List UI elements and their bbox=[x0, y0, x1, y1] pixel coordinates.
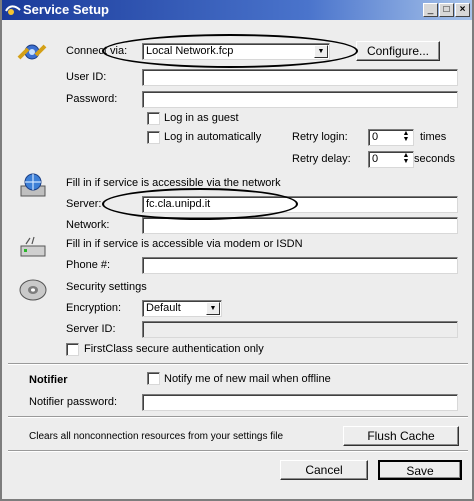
cancel-button[interactable]: Cancel bbox=[280, 460, 368, 480]
notifier-password-label: Notifier password: bbox=[29, 396, 118, 408]
network-globe-icon bbox=[18, 170, 48, 203]
close-icon[interactable]: × bbox=[455, 3, 470, 17]
encryption-value: Default bbox=[146, 302, 181, 314]
user-id-field[interactable] bbox=[142, 69, 458, 86]
password-label: Password: bbox=[66, 93, 118, 105]
security-heading: Security settings bbox=[66, 281, 147, 293]
window-title: Service Setup bbox=[23, 2, 109, 17]
security-disc-icon bbox=[18, 277, 48, 306]
secure-auth-checkbox[interactable] bbox=[66, 343, 79, 356]
retry-login-unit: times bbox=[420, 131, 447, 143]
guest-checkbox[interactable] bbox=[147, 112, 160, 125]
satellite-icon bbox=[16, 36, 48, 71]
divider bbox=[8, 363, 468, 365]
stepper-arrows-icon[interactable]: ▲ ▼ bbox=[400, 130, 412, 144]
retry-delay-label: Retry delay: bbox=[292, 153, 351, 165]
retry-login-stepper[interactable]: 0 ▲ ▼ bbox=[368, 129, 414, 146]
flush-cache-button[interactable]: Flush Cache bbox=[343, 426, 459, 446]
save-button[interactable]: Save bbox=[378, 460, 462, 480]
modem-heading: Fill in if service is accessible via mod… bbox=[66, 238, 303, 250]
network-label: Network: bbox=[66, 219, 110, 231]
annotation-oval-connect-via bbox=[102, 34, 358, 68]
service-setup-window: Service Setup _ □ × Connect via: Local N… bbox=[0, 0, 474, 501]
divider bbox=[8, 450, 468, 452]
server-id-label: Server ID: bbox=[66, 323, 116, 335]
phone-label: Phone #: bbox=[66, 259, 111, 271]
guest-label: Log in as guest bbox=[164, 112, 239, 124]
maximize-icon[interactable]: □ bbox=[439, 3, 454, 17]
phone-field[interactable] bbox=[142, 257, 458, 274]
retry-delay-unit: seconds bbox=[414, 153, 455, 165]
user-id-label: User ID: bbox=[66, 71, 107, 83]
secure-auth-label: FirstClass secure authentication only bbox=[84, 343, 264, 355]
retry-login-label: Retry login: bbox=[292, 131, 348, 143]
encryption-label: Encryption: bbox=[66, 302, 122, 314]
minimize-icon[interactable]: _ bbox=[423, 3, 438, 17]
notify-label: Notify me of new mail when offline bbox=[164, 373, 331, 385]
annotation-oval-server bbox=[102, 188, 298, 220]
notifier-heading: Notifier bbox=[29, 374, 68, 386]
auto-login-label: Log in automatically bbox=[164, 131, 262, 143]
retry-delay-stepper[interactable]: 0 ▲ ▼ bbox=[368, 151, 414, 168]
stepper-arrows-icon[interactable]: ▲ ▼ bbox=[400, 152, 412, 166]
server-label: Server: bbox=[66, 198, 102, 210]
password-field[interactable] bbox=[142, 91, 458, 108]
app-icon bbox=[5, 3, 21, 20]
notifier-password-field[interactable] bbox=[142, 394, 458, 411]
divider bbox=[8, 416, 468, 418]
configure-button[interactable]: Configure... bbox=[356, 41, 440, 61]
chevron-down-icon[interactable]: ▼ bbox=[206, 302, 220, 315]
server-id-field[interactable] bbox=[142, 321, 458, 338]
retry-delay-value: 0 bbox=[372, 153, 379, 165]
encryption-select[interactable]: Default ▼ bbox=[142, 300, 222, 317]
cache-text: Clears all nonconnection resources from … bbox=[29, 431, 284, 442]
retry-login-value: 0 bbox=[372, 131, 379, 143]
network-heading: Fill in if service is accessible via the… bbox=[66, 177, 281, 189]
notify-checkbox[interactable] bbox=[147, 372, 160, 385]
modem-icon bbox=[18, 234, 48, 267]
title-bar[interactable]: Service Setup _ □ × bbox=[2, 0, 472, 20]
auto-login-checkbox[interactable] bbox=[147, 131, 160, 144]
